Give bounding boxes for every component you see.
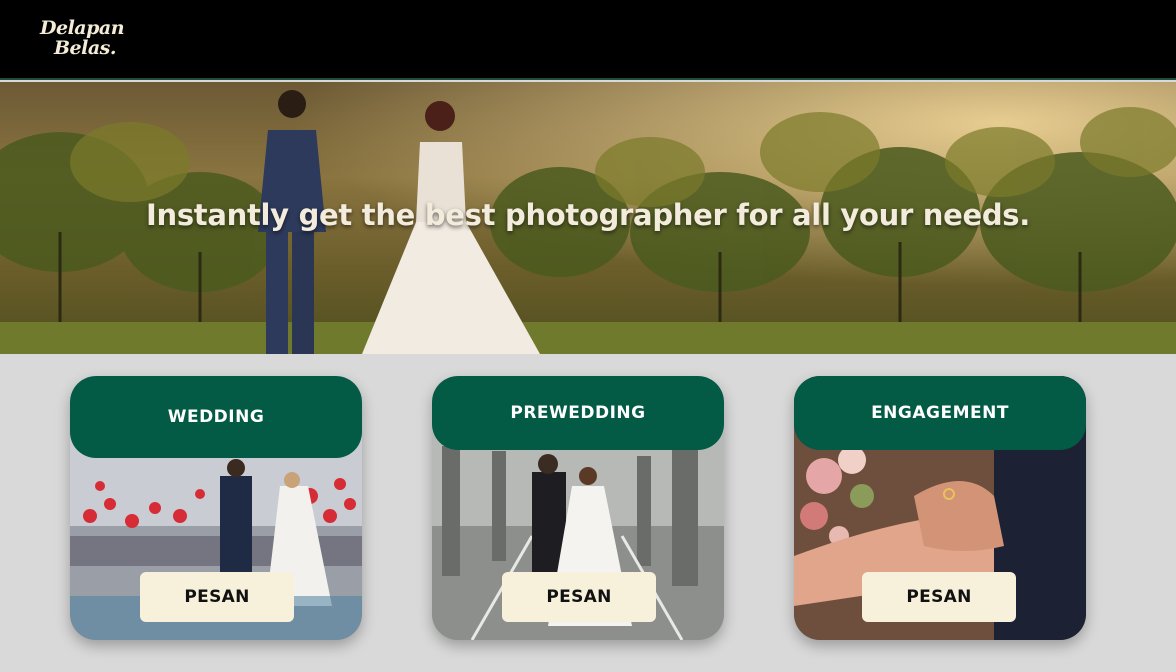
card-wedding[interactable]: WEDDING PESAN: [70, 376, 362, 640]
card-prewedding[interactable]: PREWEDDING PESAN: [432, 376, 724, 640]
card-title: ENGAGEMENT: [794, 376, 1086, 450]
card-title: PREWEDDING: [432, 376, 724, 450]
order-button[interactable]: PESAN: [140, 572, 294, 622]
hero-title: Instantly get the best photographer for …: [146, 198, 1030, 232]
hero-banner: Instantly get the best photographer for …: [0, 82, 1176, 354]
top-header: Delapan Belas.: [0, 0, 1176, 80]
order-button[interactable]: PESAN: [502, 572, 656, 622]
brand-logo[interactable]: Delapan Belas.: [40, 17, 125, 68]
card-engagement[interactable]: ENGAGEMENT PESAN: [794, 376, 1086, 640]
card-title: WEDDING: [70, 376, 362, 458]
order-button[interactable]: PESAN: [862, 572, 1016, 622]
logo-line1: Delapan: [40, 17, 125, 39]
logo-line2: Belas.: [54, 37, 117, 59]
